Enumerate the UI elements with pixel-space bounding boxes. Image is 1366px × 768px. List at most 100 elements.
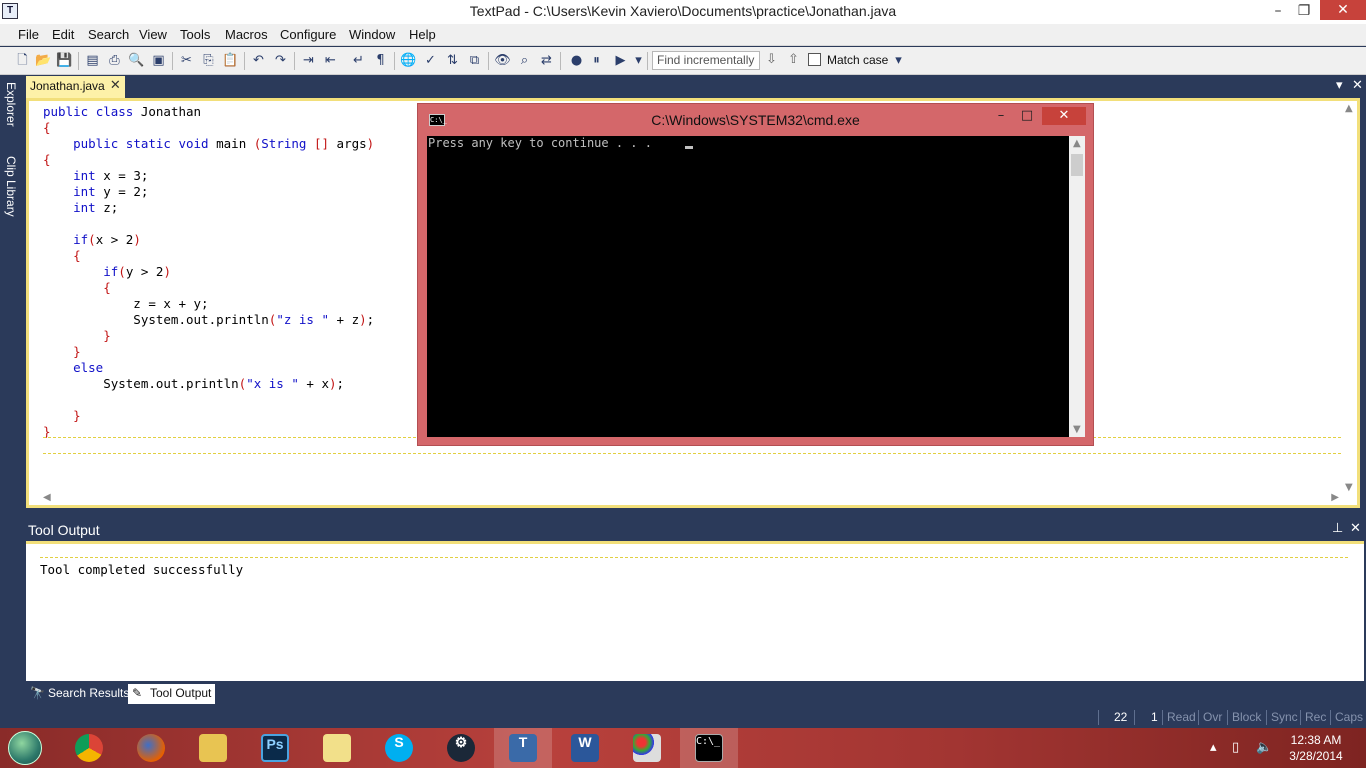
folder-app[interactable] <box>308 728 366 768</box>
menu-view[interactable]: View <box>139 27 167 42</box>
tool-output-close-icon[interactable]: ✕ <box>1350 521 1361 536</box>
spell-check-icon[interactable]: ✓ <box>422 52 439 69</box>
redo-icon[interactable]: ↷ <box>272 52 289 69</box>
open-icon[interactable]: 📂 <box>35 52 52 69</box>
scroll-left-icon[interactable]: ◀ <box>43 492 51 503</box>
command-prompt-app[interactable]: C:\_ <box>680 728 738 768</box>
scroll-right-icon[interactable]: ▶ <box>1331 492 1339 503</box>
minimize-button[interactable]: – <box>1265 0 1291 22</box>
tab-close-icon[interactable]: ✕ <box>110 78 121 93</box>
tab-jonathan-java[interactable]: Jonathan.java ✕ <box>26 76 125 98</box>
find-incrementally-input[interactable]: Find incrementally <box>652 51 760 70</box>
volume-icon[interactable]: 🔈 <box>1256 740 1272 755</box>
code-line[interactable]: { <box>43 152 374 168</box>
cut-icon[interactable]: ✂ <box>178 52 195 69</box>
macro-play-icon[interactable]: ▶ <box>612 52 629 69</box>
toolbar-overflow-icon[interactable]: ▾ <box>630 52 647 69</box>
code-line[interactable]: } <box>43 408 374 424</box>
print-icon[interactable]: ⎙ <box>106 52 123 69</box>
skype-app[interactable]: S <box>370 728 428 768</box>
paste-icon[interactable]: 📋 <box>222 52 239 69</box>
menu-search[interactable]: Search <box>88 27 129 42</box>
cmd-scroll-down-icon[interactable]: ▼ <box>1073 424 1081 435</box>
code-text[interactable]: public class Jonathan{ public static voi… <box>43 104 374 440</box>
cmd-window[interactable]: C:\_ C:\Windows\SYSTEM32\cmd.exe – □ ✕ P… <box>417 103 1094 446</box>
outdent-icon[interactable]: ⇤ <box>322 52 339 69</box>
code-line[interactable]: int z; <box>43 200 374 216</box>
menu-help[interactable]: Help <box>409 27 436 42</box>
code-line[interactable]: ​ <box>43 392 374 408</box>
macro-pause-icon[interactable]: ⏸ <box>588 52 605 69</box>
tool-output-pane[interactable]: Tool completed successfully <box>26 541 1364 681</box>
find-up-icon[interactable]: ⇧ <box>788 52 799 67</box>
code-line[interactable]: ​ <box>43 216 374 232</box>
scroll-down-icon[interactable]: ▼ <box>1345 482 1353 493</box>
code-line[interactable]: public static void main (String [] args) <box>43 136 374 152</box>
steam-app[interactable]: ⚙ <box>432 728 490 768</box>
tab-list-icon[interactable]: ▾ <box>1336 78 1343 93</box>
clip-library-tab[interactable]: Clip Library <box>4 156 18 217</box>
cmd-console[interactable]: Press any key to continue . . . <box>427 136 1069 437</box>
menu-file[interactable]: File <box>18 27 39 42</box>
explorer-tab[interactable]: Explorer <box>4 82 18 127</box>
code-line[interactable]: if(y > 2) <box>43 264 374 280</box>
word-wrap-icon[interactable]: ↵ <box>350 52 367 69</box>
tab-tool-output[interactable]: ✎ Tool Output <box>128 684 216 704</box>
menu-macros[interactable]: Macros <box>225 27 268 42</box>
firefox-app[interactable] <box>122 728 180 768</box>
find-in-files-icon[interactable]: ⌕ <box>516 52 533 69</box>
editor-vertical-scrollbar[interactable]: ▲ ▼ <box>1343 101 1357 495</box>
indent-icon[interactable]: ⇥ <box>300 52 317 69</box>
match-case-checkbox[interactable] <box>808 53 821 66</box>
scroll-up-icon[interactable]: ▲ <box>1345 103 1353 114</box>
cmd-close-button[interactable]: ✕ <box>1042 107 1086 125</box>
system-clock[interactable]: 12:38 AM 3/28/2014 <box>1280 732 1352 764</box>
macro-record-icon[interactable]: ● <box>568 52 585 69</box>
undo-icon[interactable]: ↶ <box>250 52 267 69</box>
editor-horizontal-scrollbar[interactable]: ◀ ▶ <box>29 491 1343 505</box>
code-line[interactable]: } <box>43 344 374 360</box>
textpad-app[interactable]: T <box>494 728 552 768</box>
find-down-icon[interactable]: ⇩ <box>766 52 777 67</box>
windows-orb-icon[interactable] <box>8 731 42 765</box>
cmd-scrollbar[interactable]: ▲ ▼ <box>1069 136 1085 437</box>
cmd-scroll-up-icon[interactable]: ▲ <box>1073 138 1081 149</box>
menu-tools[interactable]: Tools <box>180 27 210 42</box>
word-app[interactable]: W <box>556 728 614 768</box>
find-toolbar-overflow-icon[interactable]: ▾ <box>890 52 907 69</box>
save-icon[interactable]: 💾 <box>56 52 73 69</box>
show-hidden-icons-icon[interactable]: ▴ <box>1210 740 1217 755</box>
chrome-app[interactable] <box>60 728 118 768</box>
menu-window[interactable]: Window <box>349 27 395 42</box>
file-explorer-app[interactable] <box>184 728 242 768</box>
close-document-icon[interactable]: ✕ <box>1352 78 1363 93</box>
code-line[interactable]: { <box>43 280 374 296</box>
code-line[interactable]: int x = 3; <box>43 168 374 184</box>
find-icon[interactable]: 👁 <box>494 52 511 69</box>
cmd-minimize-button[interactable]: – <box>988 107 1014 125</box>
code-line[interactable]: } <box>43 328 374 344</box>
new-file-icon[interactable]: 🗋 <box>14 52 31 69</box>
cmd-scroll-thumb[interactable] <box>1071 154 1083 176</box>
paint-app[interactable] <box>618 728 676 768</box>
sort-icon[interactable]: ⇅ <box>444 52 461 69</box>
save-all-icon[interactable]: ▤ <box>84 52 101 69</box>
compare-icon[interactable]: ⧉ <box>466 52 483 69</box>
code-line[interactable]: if(x > 2) <box>43 232 374 248</box>
code-line[interactable]: z = x + y; <box>43 296 374 312</box>
web-browser-icon[interactable]: 🌐 <box>400 52 417 69</box>
code-line[interactable]: public class Jonathan <box>43 104 374 120</box>
code-line[interactable]: int y = 2; <box>43 184 374 200</box>
page-setup-icon[interactable]: ▣ <box>150 52 167 69</box>
replace-icon[interactable]: ⇄ <box>538 52 555 69</box>
pilcrow-icon[interactable]: ¶ <box>372 52 389 69</box>
copy-icon[interactable]: ⎘ <box>200 52 217 69</box>
power-icon[interactable]: ▯ <box>1232 740 1239 755</box>
cmd-maximize-button[interactable]: □ <box>1014 107 1040 125</box>
tab-search-results[interactable]: 🔭 Search Results <box>26 684 133 704</box>
menu-configure[interactable]: Configure <box>280 27 336 42</box>
pin-icon[interactable]: ⊥ <box>1332 521 1343 536</box>
code-line[interactable]: System.out.println("x is " + x); <box>43 376 374 392</box>
menu-edit[interactable]: Edit <box>52 27 74 42</box>
code-line[interactable]: { <box>43 120 374 136</box>
